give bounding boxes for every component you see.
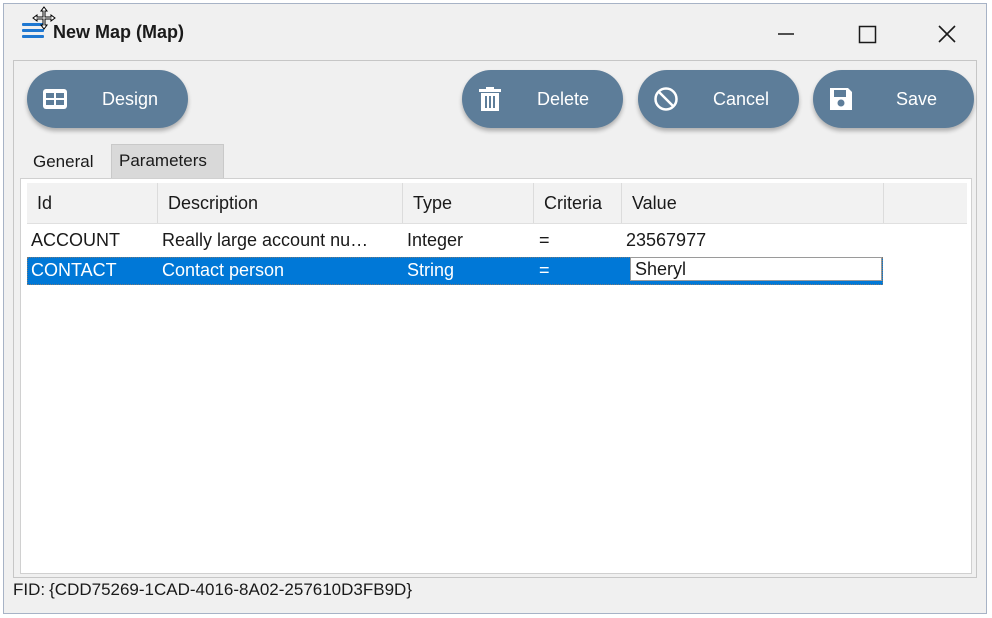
cell-type: Integer [407,230,464,250]
tab-general[interactable]: General [22,144,112,178]
table-icon [43,89,67,109]
delete-button-label: Delete [537,88,590,109]
save-button[interactable]: Save [813,70,974,128]
cancel-button[interactable]: Cancel [638,70,799,128]
cancel-button-label: Cancel [713,88,770,109]
content-panel: Design Delete Cancel Save General Parame… [13,60,977,578]
table-row[interactable]: ACCOUNT Really large account nu… Integer… [27,227,883,255]
table-row-selected[interactable]: CONTACT Contact person String = [27,257,883,285]
value-edit-field[interactable] [630,257,882,281]
cell-type: String [407,260,455,280]
design-button[interactable]: Design [27,70,188,128]
close-button[interactable] [919,12,975,56]
cell-description: Really large account nu… [162,230,369,250]
fid-value: {CDD75269-1CAD-4016-8A02-257610D3FB9D} [49,580,412,599]
window-title: New Map (Map) [53,22,185,42]
column-header-description[interactable]: Description [158,183,403,223]
cell-criteria: = [539,260,550,280]
tab-parameters[interactable]: Parameters [111,144,224,178]
minimize-button[interactable] [758,12,814,56]
cell-id: CONTACT [31,260,117,280]
column-header-id[interactable]: Id [27,183,158,223]
design-button-label: Design [102,88,159,109]
minimize-icon [778,33,794,35]
cell-description: Contact person [162,260,285,280]
cell-criteria: = [539,230,550,250]
column-header-criteria[interactable]: Criteria [534,183,622,223]
column-header-type[interactable]: Type [403,183,534,223]
delete-button[interactable]: Delete [462,70,623,128]
floppy-disk-icon [830,88,852,110]
cell-id: ACCOUNT [31,230,120,250]
ban-icon [654,87,678,111]
map-window: New Map (Map) Design Delete Cancel Save … [3,3,987,614]
title-bar[interactable]: New Map (Map) [4,4,986,60]
maximize-button[interactable] [839,12,895,56]
parameters-grid: Id Description Type Criteria Value ACCOU… [20,178,972,574]
column-header-value[interactable]: Value [622,183,884,223]
grid-header: Id Description Type Criteria Value [27,183,967,224]
cell-value: 23567977 [626,230,707,250]
maximize-icon [858,25,877,44]
trash-icon [479,87,501,111]
fid-footer: FID: {CDD75269-1CAD-4016-8A02-257610D3FB9… [13,580,412,600]
fid-label: FID: [13,580,46,599]
close-icon [938,25,956,43]
save-button-label: Save [896,88,938,109]
